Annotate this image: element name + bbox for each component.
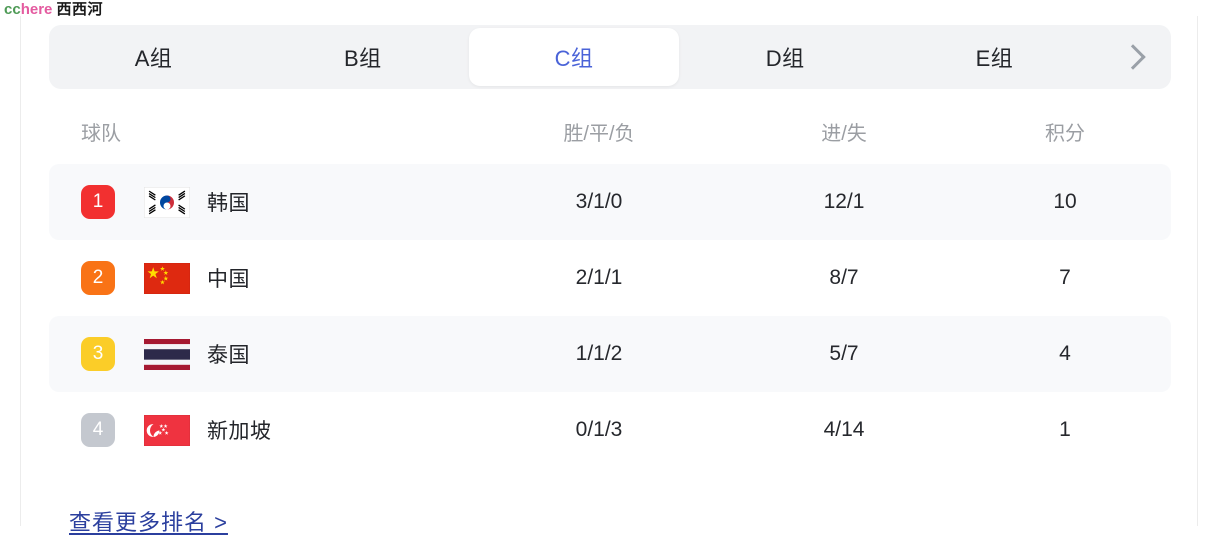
team-name: 新加坡 — [207, 420, 272, 443]
cell-wdl: 3/1/0 — [575, 190, 623, 213]
flag-singapore-icon — [144, 414, 190, 446]
rank-badge: 1 — [81, 185, 115, 219]
cell-wdl: 0/1/3 — [575, 418, 623, 441]
tab-group-c-label: C组 — [554, 46, 594, 71]
cell-goals: 8/7 — [829, 266, 859, 289]
team-name: 韩国 — [207, 192, 250, 215]
flag-south-korea-icon — [144, 186, 190, 218]
site-watermark: cchere 西西河 — [4, 0, 103, 20]
tab-group-d[interactable]: D组 — [681, 25, 890, 89]
team-name: 中国 — [207, 268, 250, 291]
table-header-row: 球队 胜/平/负 进/失 积分 — [49, 106, 1171, 156]
column-header-goals: 进/失 — [821, 122, 867, 145]
tab-group-d-label: D组 — [765, 46, 805, 71]
view-more-standings-link[interactable]: 查看更多排名 > — [69, 505, 228, 537]
group-tab-bar: A组 B组 C组 D组 E组 — [49, 25, 1171, 89]
tab-group-b-label: B组 — [343, 46, 382, 71]
table-row[interactable]: 4 新加坡 0/1/3 4/14 1 — [49, 392, 1171, 468]
cell-points: 4 — [1059, 342, 1071, 365]
team-cell: 3 泰国 — [49, 337, 469, 371]
cell-goals: 12/1 — [823, 190, 865, 213]
card-footer: 查看更多排名 > — [49, 501, 228, 541]
tab-group-c[interactable]: C组 — [469, 28, 679, 86]
cell-goals: 4/14 — [823, 418, 865, 441]
team-cell: 2 中国 — [49, 261, 469, 295]
cell-points: 1 — [1059, 418, 1071, 441]
team-cell: 1 韩国 — [49, 185, 469, 219]
table-row[interactable]: 2 中国 2/1/1 8/7 7 — [49, 240, 1171, 316]
team-name: 泰国 — [207, 344, 250, 367]
watermark-cc: cc — [4, 1, 21, 18]
watermark-site-name: 西西河 — [56, 1, 104, 18]
flag-china-icon — [144, 262, 190, 294]
cell-points: 7 — [1059, 266, 1071, 289]
table-row[interactable]: 3 泰国 1/1/2 5/7 4 — [49, 316, 1171, 392]
column-header-points: 积分 — [1045, 122, 1085, 145]
tab-group-a-label: A组 — [134, 46, 173, 71]
column-header-team: 球队 — [81, 122, 121, 145]
tab-group-b[interactable]: B组 — [258, 25, 467, 89]
rank-badge: 4 — [81, 413, 115, 447]
standings-card: A组 B组 C组 D组 E组 球队 胜/平/负 进/失 积分 1 韩国 3/1/… — [20, 16, 1198, 535]
column-header-wdl: 胜/平/负 — [563, 122, 635, 145]
flag-thailand-icon — [144, 338, 190, 370]
cell-wdl: 1/1/2 — [575, 342, 623, 365]
team-cell: 4 新加坡 — [49, 413, 469, 447]
rank-badge: 3 — [81, 337, 115, 371]
cell-wdl: 2/1/1 — [575, 266, 623, 289]
rank-badge: 2 — [81, 261, 115, 295]
chevron-right-icon — [1119, 44, 1146, 70]
tab-scroll-next-button[interactable] — [1099, 25, 1171, 89]
cell-points: 10 — [1053, 190, 1077, 213]
tab-group-e-label: E组 — [975, 46, 1014, 71]
tab-group-e[interactable]: E组 — [890, 25, 1099, 89]
tab-group-a[interactable]: A组 — [49, 25, 258, 89]
cell-goals: 5/7 — [829, 342, 859, 365]
standings-table-body: 1 韩国 3/1/0 12/1 10 2 中国 2/1/1 8/7 7 3 泰国… — [49, 164, 1171, 468]
watermark-here: here — [20, 1, 53, 18]
table-row[interactable]: 1 韩国 3/1/0 12/1 10 — [49, 164, 1171, 240]
